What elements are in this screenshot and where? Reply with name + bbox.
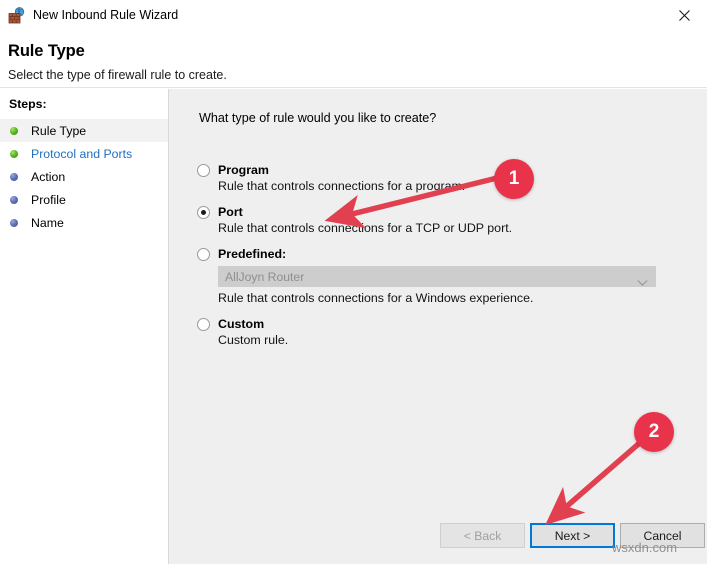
content-panel: What type of rule would you like to crea… <box>170 89 707 564</box>
option-predefined-title: Predefined: <box>218 247 286 261</box>
option-port-title: Port <box>218 205 243 219</box>
step-bullet-icon <box>10 173 18 181</box>
question-label: What type of rule would you like to crea… <box>199 111 436 125</box>
sidebar-item-protocol-and-ports[interactable]: Protocol and Ports <box>0 142 168 165</box>
option-custom-description: Custom rule. <box>218 333 697 347</box>
sidebar-item-label: Profile <box>31 193 66 207</box>
sidebar-item-label: Rule Type <box>31 124 86 138</box>
page-subtitle: Select the type of firewall rule to crea… <box>8 68 227 82</box>
option-program-description: Rule that controls connections for a pro… <box>218 179 697 193</box>
option-port[interactable]: Port Rule that controls connections for … <box>197 205 697 235</box>
predefined-dropdown-value: AllJoyn Router <box>219 270 304 284</box>
steps-sidebar: Steps: Rule Type Protocol and Ports Acti… <box>0 89 169 564</box>
step-bullet-icon <box>10 127 18 135</box>
rule-type-option-group: Program Rule that controls connections f… <box>197 163 697 353</box>
option-custom[interactable]: Custom Custom rule. <box>197 317 697 347</box>
sidebar-item-action[interactable]: Action <box>0 165 168 188</box>
sidebar-item-profile[interactable]: Profile <box>0 188 168 211</box>
next-button[interactable]: Next > <box>530 523 615 548</box>
option-predefined-head[interactable]: Predefined: <box>197 247 697 261</box>
option-port-description: Rule that controls connections for a TCP… <box>218 221 697 235</box>
wizard-window: New Inbound Rule Wizard Rule Type Select… <box>0 0 707 564</box>
option-program[interactable]: Program Rule that controls connections f… <box>197 163 697 193</box>
option-custom-title: Custom <box>218 317 264 331</box>
option-custom-head[interactable]: Custom <box>197 317 697 331</box>
option-program-title: Program <box>218 163 269 177</box>
title-bar-left: New Inbound Rule Wizard <box>8 0 178 30</box>
page-title: Rule Type <box>8 42 85 61</box>
sidebar-item-label: Protocol and Ports <box>31 147 132 161</box>
option-predefined-description: Rule that controls connections for a Win… <box>218 291 697 305</box>
button-bar: < Back Next > Cancel <box>170 514 707 564</box>
option-program-head[interactable]: Program <box>197 163 697 177</box>
back-button[interactable]: < Back <box>440 523 525 548</box>
steps-list: Rule Type Protocol and Ports Action Prof… <box>0 119 168 234</box>
sidebar-item-rule-type[interactable]: Rule Type <box>0 119 168 142</box>
step-bullet-icon <box>10 150 18 158</box>
radio-program[interactable] <box>197 164 210 177</box>
firewall-globe-icon <box>8 7 25 24</box>
radio-custom[interactable] <box>197 318 210 331</box>
window-title: New Inbound Rule Wizard <box>33 8 178 22</box>
option-port-head[interactable]: Port <box>197 205 697 219</box>
option-predefined[interactable]: Predefined: AllJoyn Router Rule that con… <box>197 247 697 305</box>
sidebar-item-label: Action <box>31 170 65 184</box>
close-icon[interactable] <box>662 0 707 30</box>
step-bullet-icon <box>10 219 18 227</box>
sidebar-item-name[interactable]: Name <box>0 211 168 234</box>
cancel-button[interactable]: Cancel <box>620 523 705 548</box>
title-bar: New Inbound Rule Wizard <box>0 0 707 30</box>
wizard-body: Steps: Rule Type Protocol and Ports Acti… <box>0 89 707 564</box>
radio-port[interactable] <box>197 206 210 219</box>
sidebar-item-label: Name <box>31 216 64 230</box>
radio-predefined[interactable] <box>197 248 210 261</box>
predefined-dropdown[interactable]: AllJoyn Router <box>218 266 656 287</box>
step-bullet-icon <box>10 196 18 204</box>
steps-heading: Steps: <box>9 97 47 111</box>
page-header: Rule Type Select the type of firewall ru… <box>0 30 707 88</box>
chevron-down-icon <box>637 273 648 280</box>
